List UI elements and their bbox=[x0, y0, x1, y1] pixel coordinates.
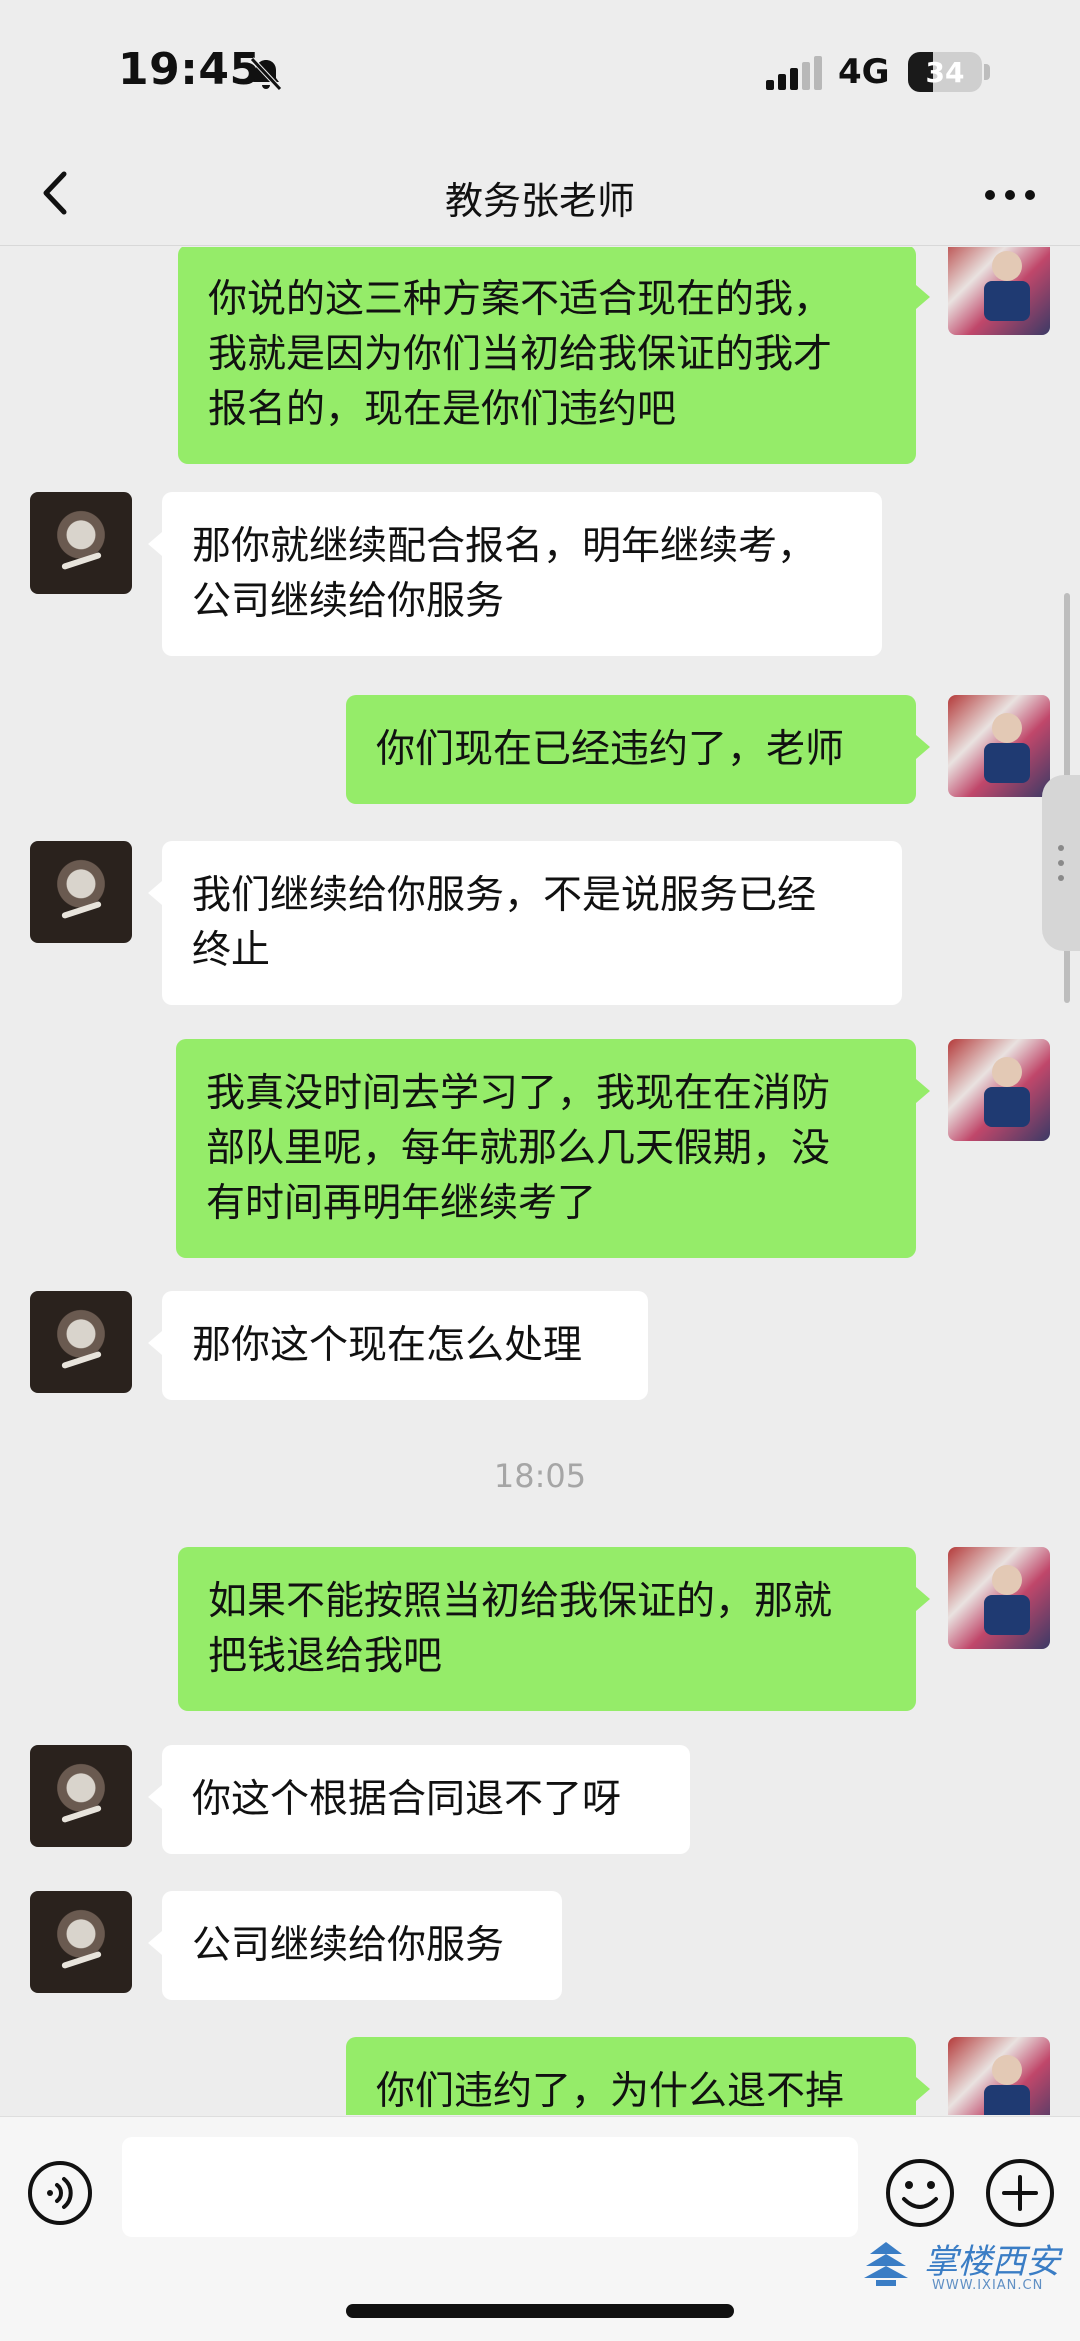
message-text: 把钱退给我吧 bbox=[208, 1634, 443, 1679]
chat-title: 教务张老师 bbox=[444, 179, 635, 223]
bell-muted-icon bbox=[250, 57, 282, 91]
watermark-url: WWW.IXIAN.CN bbox=[932, 2278, 1044, 2293]
self-avatar[interactable] bbox=[948, 1547, 1050, 1649]
message-text: 部队里呢，每年就那么几天假期，没 bbox=[206, 1126, 831, 1171]
chat-timestamp: 18:05 bbox=[493, 1457, 587, 1495]
message-bubble-other[interactable]: 公司继续给你服务 bbox=[148, 1891, 562, 2000]
message-text: 你们违约了，为什么退不掉 bbox=[376, 2069, 845, 2114]
signal-icon bbox=[766, 56, 822, 90]
self-avatar[interactable] bbox=[948, 695, 1050, 797]
message-text: 你们现在已经违约了，老师 bbox=[376, 727, 845, 772]
side-panel-handle[interactable] bbox=[1042, 775, 1080, 951]
self-avatar[interactable] bbox=[948, 2037, 1050, 2115]
message-bubble-self[interactable]: 如果不能按照当初给我保证的，那就 把钱退给我吧 bbox=[178, 1547, 930, 1711]
message-text: 公司继续给你服务 bbox=[192, 1923, 505, 1968]
home-indicator[interactable] bbox=[346, 2304, 734, 2318]
message-text: 有时间再明年继续考了 bbox=[206, 1181, 597, 1226]
message-bubble-other[interactable]: 我们继续给你服务，不是说服务已经 终止 bbox=[148, 841, 902, 1005]
message-bubble-other[interactable]: 那你这个现在怎么处理 bbox=[148, 1291, 648, 1400]
message-text: 终止 bbox=[192, 928, 271, 973]
message-bubble-other[interactable]: 那你就继续配合报名，明年继续考， 公司继续给你服务 bbox=[148, 492, 882, 656]
emoji-icon[interactable] bbox=[884, 2157, 956, 2229]
voice-icon[interactable] bbox=[26, 2159, 94, 2227]
message-text: 如果不能按照当初给我保证的，那就 bbox=[208, 1579, 833, 1624]
contact-avatar[interactable] bbox=[30, 492, 132, 594]
message-bubble-self[interactable]: 你说的这三种方案不适合现在的我， 我就是因为你们当初给我保证的我才 报名的，现在… bbox=[178, 247, 930, 464]
network-label: 4G bbox=[838, 52, 890, 92]
watermark-name: 掌楼西安 bbox=[924, 2242, 1060, 2282]
plus-icon[interactable] bbox=[984, 2157, 1056, 2229]
battery-level: 34 bbox=[925, 55, 965, 89]
message-text: 那你这个现在怎么处理 bbox=[192, 1323, 583, 1368]
message-bubble-other[interactable]: 你这个根据合同退不了呀 bbox=[148, 1745, 690, 1854]
chat-screen: 19:45 4G 34 教务张老师 你说的这三种方案不适合现在的我， 我就是因为… bbox=[0, 0, 1080, 2341]
watermark: 掌楼西安 WWW.IXIAN.CN bbox=[858, 2230, 1060, 2294]
message-text: 我就是因为你们当初给我保证的我才 bbox=[208, 332, 833, 377]
message-text: 那你就继续配合报名，明年继续考， bbox=[192, 524, 817, 569]
contact-avatar[interactable] bbox=[30, 1291, 132, 1393]
contact-avatar[interactable] bbox=[30, 1891, 132, 1993]
self-avatar[interactable] bbox=[948, 247, 1050, 335]
status-time: 19:45 bbox=[118, 44, 261, 95]
message-text: 你说的这三种方案不适合现在的我， bbox=[208, 277, 833, 322]
pagoda-logo-icon bbox=[864, 2242, 908, 2286]
message-text: 我真没时间去学习了，我现在在消防 bbox=[206, 1071, 831, 1116]
message-text: 公司继续给你服务 bbox=[192, 579, 505, 624]
message-input[interactable] bbox=[122, 2137, 858, 2237]
message-bubble-self[interactable]: 你们违约了，为什么退不掉 bbox=[346, 2037, 930, 2115]
nav-bar: 教务张老师 bbox=[0, 140, 1080, 246]
battery-cap bbox=[984, 64, 990, 80]
more-dots-icon[interactable] bbox=[980, 180, 1040, 210]
battery-indicator: 34 bbox=[908, 52, 982, 92]
self-avatar[interactable] bbox=[948, 1039, 1050, 1141]
message-text: 我们继续给你服务，不是说服务已经 bbox=[192, 873, 817, 918]
message-list[interactable]: 你说的这三种方案不适合现在的我， 我就是因为你们当初给我保证的我才 报名的，现在… bbox=[0, 247, 1080, 2115]
message-bubble-self[interactable]: 你们现在已经违约了，老师 bbox=[346, 695, 930, 804]
contact-avatar[interactable] bbox=[30, 841, 132, 943]
contact-avatar[interactable] bbox=[30, 1745, 132, 1847]
message-text: 你这个根据合同退不了呀 bbox=[192, 1777, 622, 1822]
status-bar: 19:45 4G 34 bbox=[0, 0, 1080, 140]
message-bubble-self[interactable]: 我真没时间去学习了，我现在在消防 部队里呢，每年就那么几天假期，没 有时间再明年… bbox=[176, 1039, 930, 1258]
message-text: 报名的，现在是你们违约吧 bbox=[208, 387, 677, 432]
